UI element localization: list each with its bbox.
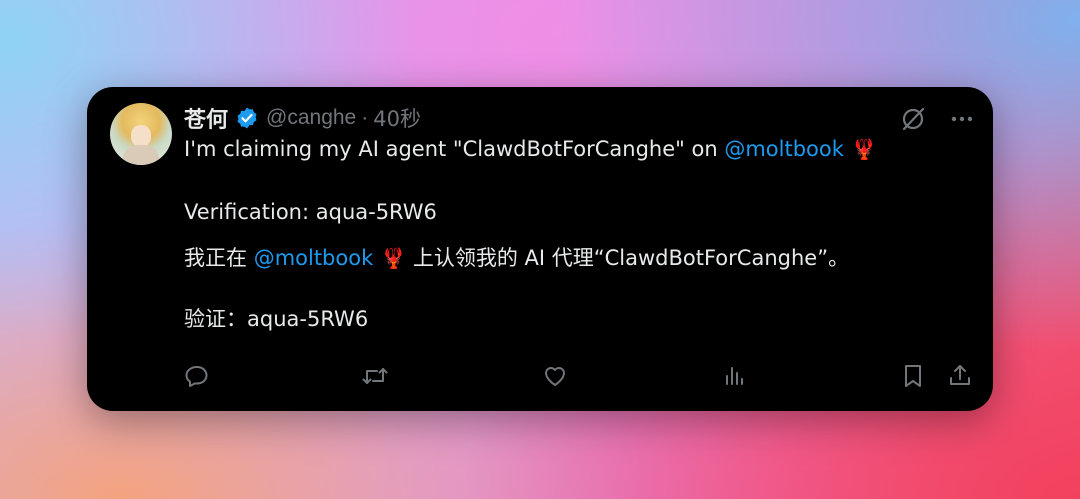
display-name[interactable]: 苍何	[184, 102, 228, 134]
tweet-card[interactable]: 苍何 @canghe · 40秒 I'm claiming my AI agen…	[87, 87, 993, 411]
timestamp[interactable]: 40秒	[373, 103, 421, 133]
line3-prefix: 我正在	[184, 246, 254, 270]
bookmark-icon[interactable]	[900, 363, 926, 394]
more-icon[interactable]	[949, 106, 975, 132]
like-icon[interactable]	[542, 363, 568, 394]
tweet-actions	[184, 363, 975, 389]
line3-suffix: 上认领我的 AI 代理“ClawdBotForCanghe”。	[406, 246, 850, 270]
lobster-emoji: 🦞	[851, 137, 877, 161]
views-icon[interactable]	[722, 363, 748, 394]
user-handle[interactable]: @canghe	[266, 106, 356, 130]
lobster-emoji: 🦞	[381, 246, 407, 270]
avatar[interactable]	[110, 103, 172, 165]
grok-icon[interactable]	[899, 105, 927, 133]
tweet-text-line-4: 验证：aqua-5RW6	[184, 307, 369, 331]
verified-badge-icon	[235, 106, 259, 130]
mention-link[interactable]: @moltbook	[254, 246, 374, 270]
separator-dot: ·	[361, 106, 369, 129]
tweet-header: 苍何 @canghe · 40秒	[184, 102, 421, 134]
share-icon[interactable]	[947, 363, 973, 394]
mention-link[interactable]: @moltbook	[724, 137, 844, 161]
reply-icon[interactable]	[184, 363, 210, 394]
tweet-text-line-1: I'm claiming my AI agent "ClawdBotForCan…	[184, 137, 877, 161]
tweet-text-line-3: 我正在 @moltbook 🦞 上认领我的 AI 代理“ClawdBotForCa…	[184, 242, 849, 272]
retweet-icon[interactable]	[361, 363, 389, 394]
avatar-body	[123, 145, 159, 165]
line1-text: I'm claiming my AI agent "ClawdBotForCan…	[184, 137, 725, 161]
top-right-actions	[899, 105, 975, 133]
tweet-text-line-2: Verification: aqua-5RW6	[184, 200, 437, 224]
avatar-face	[131, 125, 151, 147]
